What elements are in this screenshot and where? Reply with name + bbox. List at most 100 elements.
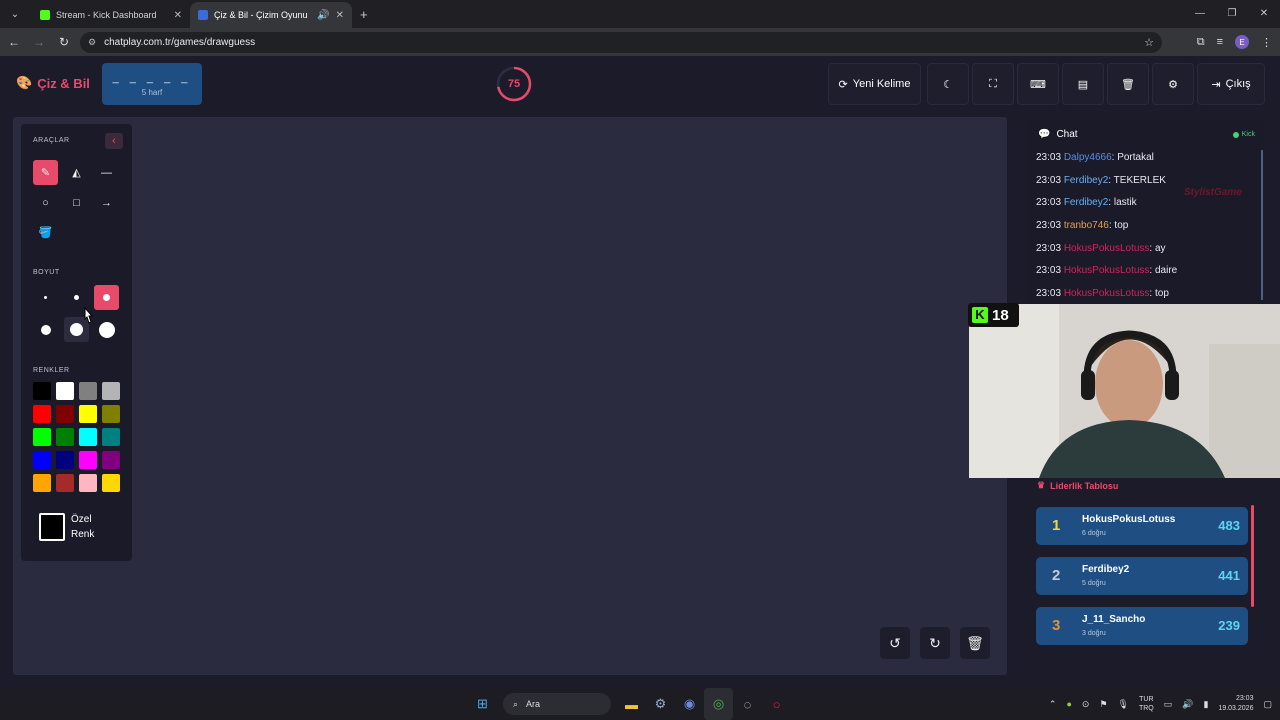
address-bar[interactable]: ⚙ chatplay.com.tr/games/drawguess ☆ [80, 32, 1162, 53]
arrow-tool-button[interactable]: → [94, 190, 119, 215]
chat-time: 23:03 [1036, 288, 1062, 300]
start-button[interactable]: ⊞ [468, 688, 497, 720]
tab-kick-dashboard[interactable]: Stream - Kick Dashboard ✕ [32, 2, 190, 28]
clear-canvas-button[interactable]: 🗑 [960, 627, 990, 659]
redo-button[interactable]: ↻ [920, 627, 950, 659]
color-swatch[interactable] [102, 405, 120, 423]
color-swatch[interactable] [33, 451, 51, 469]
chat-username[interactable]: Dalpy4666 [1064, 152, 1112, 163]
color-swatch[interactable] [102, 428, 120, 446]
square-icon: □ [73, 196, 80, 209]
keyboard-layout: TRQ [1138, 705, 1154, 712]
leaderboard-row: 3 J_11_Sancho 3 doğru 239 [1036, 607, 1248, 645]
tab-drawguess[interactable]: Çiz & Bil - Çizim Oyunu 🔊 ✕ [190, 2, 352, 28]
color-swatch[interactable] [79, 405, 97, 423]
profile-avatar[interactable]: E [1235, 35, 1249, 49]
color-swatch[interactable] [102, 451, 120, 469]
color-swatch[interactable] [79, 428, 97, 446]
size-xxl-button[interactable] [94, 317, 119, 342]
tray-app-icon[interactable]: ● [1066, 699, 1071, 709]
chat-username[interactable]: Ferdibey2 [1064, 197, 1108, 208]
notifications-icon[interactable]: ▢ [1263, 699, 1272, 710]
color-swatch[interactable] [56, 451, 74, 469]
rectangle-tool-button[interactable]: □ [64, 190, 89, 215]
back-icon[interactable]: ← [3, 35, 25, 49]
chat-username[interactable]: Ferdibey2 [1064, 175, 1108, 186]
settings-button[interactable]: ⚙ [1152, 63, 1194, 105]
size-dot [44, 296, 47, 299]
window-controls: — ❐ ✕ [1184, 0, 1280, 28]
color-swatch[interactable] [33, 474, 51, 492]
fullscreen-button[interactable]: ⛶ [972, 63, 1014, 105]
menu-kebab-icon[interactable]: ⋮ [1261, 36, 1272, 49]
chat-username[interactable]: HokusPokusLotuss [1064, 288, 1150, 299]
bookmark-star-icon[interactable]: ☆ [1144, 36, 1154, 49]
size-l-button[interactable] [33, 317, 58, 342]
delete-button[interactable]: 🗑 [1107, 63, 1149, 105]
color-swatch[interactable] [33, 382, 51, 400]
tray-chevron-icon[interactable]: ⌃ [1049, 699, 1057, 710]
size-m-button[interactable] [94, 285, 119, 310]
close-window-icon[interactable]: ✕ [1248, 0, 1280, 28]
tray-vpn-icon[interactable]: ⊙ [1082, 699, 1090, 710]
brush-tool-button[interactable]: ✎ [33, 160, 58, 185]
new-word-button[interactable]: ⟳ Yeni Kelime [828, 63, 921, 105]
chat-username[interactable]: HokusPokusLotuss [1064, 265, 1150, 276]
keyboard-button[interactable]: ⌨ [1017, 63, 1059, 105]
size-xs-button[interactable] [33, 285, 58, 310]
fill-tool-button[interactable]: 🪣 [33, 220, 58, 245]
color-swatch[interactable] [56, 428, 74, 446]
line-tool-button[interactable]: — [94, 160, 119, 185]
taskbar-search[interactable]: ⌕ Ara [503, 693, 611, 715]
microphone-icon[interactable]: 🎙 [1118, 699, 1129, 710]
clock[interactable]: 23:03 19.03.2026 [1218, 694, 1253, 714]
restore-icon[interactable]: ❐ [1216, 0, 1248, 28]
color-swatch[interactable] [56, 382, 74, 400]
reload-icon[interactable]: ↻ [53, 35, 75, 49]
new-tab-button[interactable]: + [360, 7, 368, 22]
color-swatch[interactable] [102, 474, 120, 492]
monitor-icon[interactable]: ▭ [1164, 699, 1173, 710]
color-swatch[interactable] [33, 428, 51, 446]
dark-mode-button[interactable]: ☾ [927, 63, 969, 105]
eraser-tool-button[interactable]: ◭ [64, 160, 89, 185]
chat-scrollbar[interactable] [1261, 150, 1263, 300]
archive-button[interactable]: ▤ [1062, 63, 1104, 105]
input-language[interactable]: TUR TRQ [1139, 695, 1154, 713]
color-swatch[interactable] [79, 382, 97, 400]
minimize-icon[interactable]: — [1184, 0, 1216, 28]
color-swatch[interactable] [79, 451, 97, 469]
chat-username[interactable]: tranbo746 [1064, 220, 1109, 231]
file-explorer-button[interactable]: ▬ [617, 688, 646, 720]
forward-icon[interactable]: → [28, 35, 50, 49]
extensions-icon[interactable]: ⧉ [1197, 36, 1205, 49]
network-icon[interactable]: ⚑ [1099, 699, 1107, 710]
close-tab-icon[interactable]: ✕ [336, 10, 344, 21]
undo-button[interactable]: ↺ [880, 627, 910, 659]
volume-icon[interactable]: 🔊 [1182, 699, 1193, 710]
custom-color-button[interactable]: Özel Renk [39, 512, 94, 542]
drawing-canvas[interactable] [13, 117, 1007, 675]
color-swatch[interactable] [56, 474, 74, 492]
battery-icon[interactable]: ▮ [1203, 699, 1208, 710]
collapse-panel-button[interactable]: ‹ [105, 133, 123, 149]
leaderboard-scrollbar[interactable] [1251, 505, 1254, 607]
tab-search-icon[interactable]: ⌄ [4, 3, 26, 25]
color-swatch[interactable] [102, 382, 120, 400]
color-swatch[interactable] [56, 405, 74, 423]
close-tab-icon[interactable]: ✕ [174, 10, 182, 21]
speaker-icon[interactable]: 🔊 [317, 10, 329, 21]
steam-button[interactable]: ⚙ [646, 688, 675, 720]
site-info-icon[interactable]: ⚙ [88, 37, 96, 48]
exit-button[interactable]: ⇥ Çıkış [1197, 63, 1265, 105]
color-swatch[interactable] [79, 474, 97, 492]
color-swatch[interactable] [33, 405, 51, 423]
circle-tool-button[interactable]: ○ [33, 190, 58, 215]
discord-button[interactable]: ◉ [675, 688, 704, 720]
obs-button[interactable]: ◌ [733, 688, 762, 720]
opera-button[interactable]: ○ [762, 688, 791, 720]
chrome-button[interactable]: ◎ [704, 688, 733, 720]
reading-list-icon[interactable]: ≡ [1217, 36, 1223, 48]
leaderboard-header: ♛ Liderlik Tablosu [1037, 480, 1118, 491]
chat-username[interactable]: HokusPokusLotuss [1064, 243, 1150, 254]
